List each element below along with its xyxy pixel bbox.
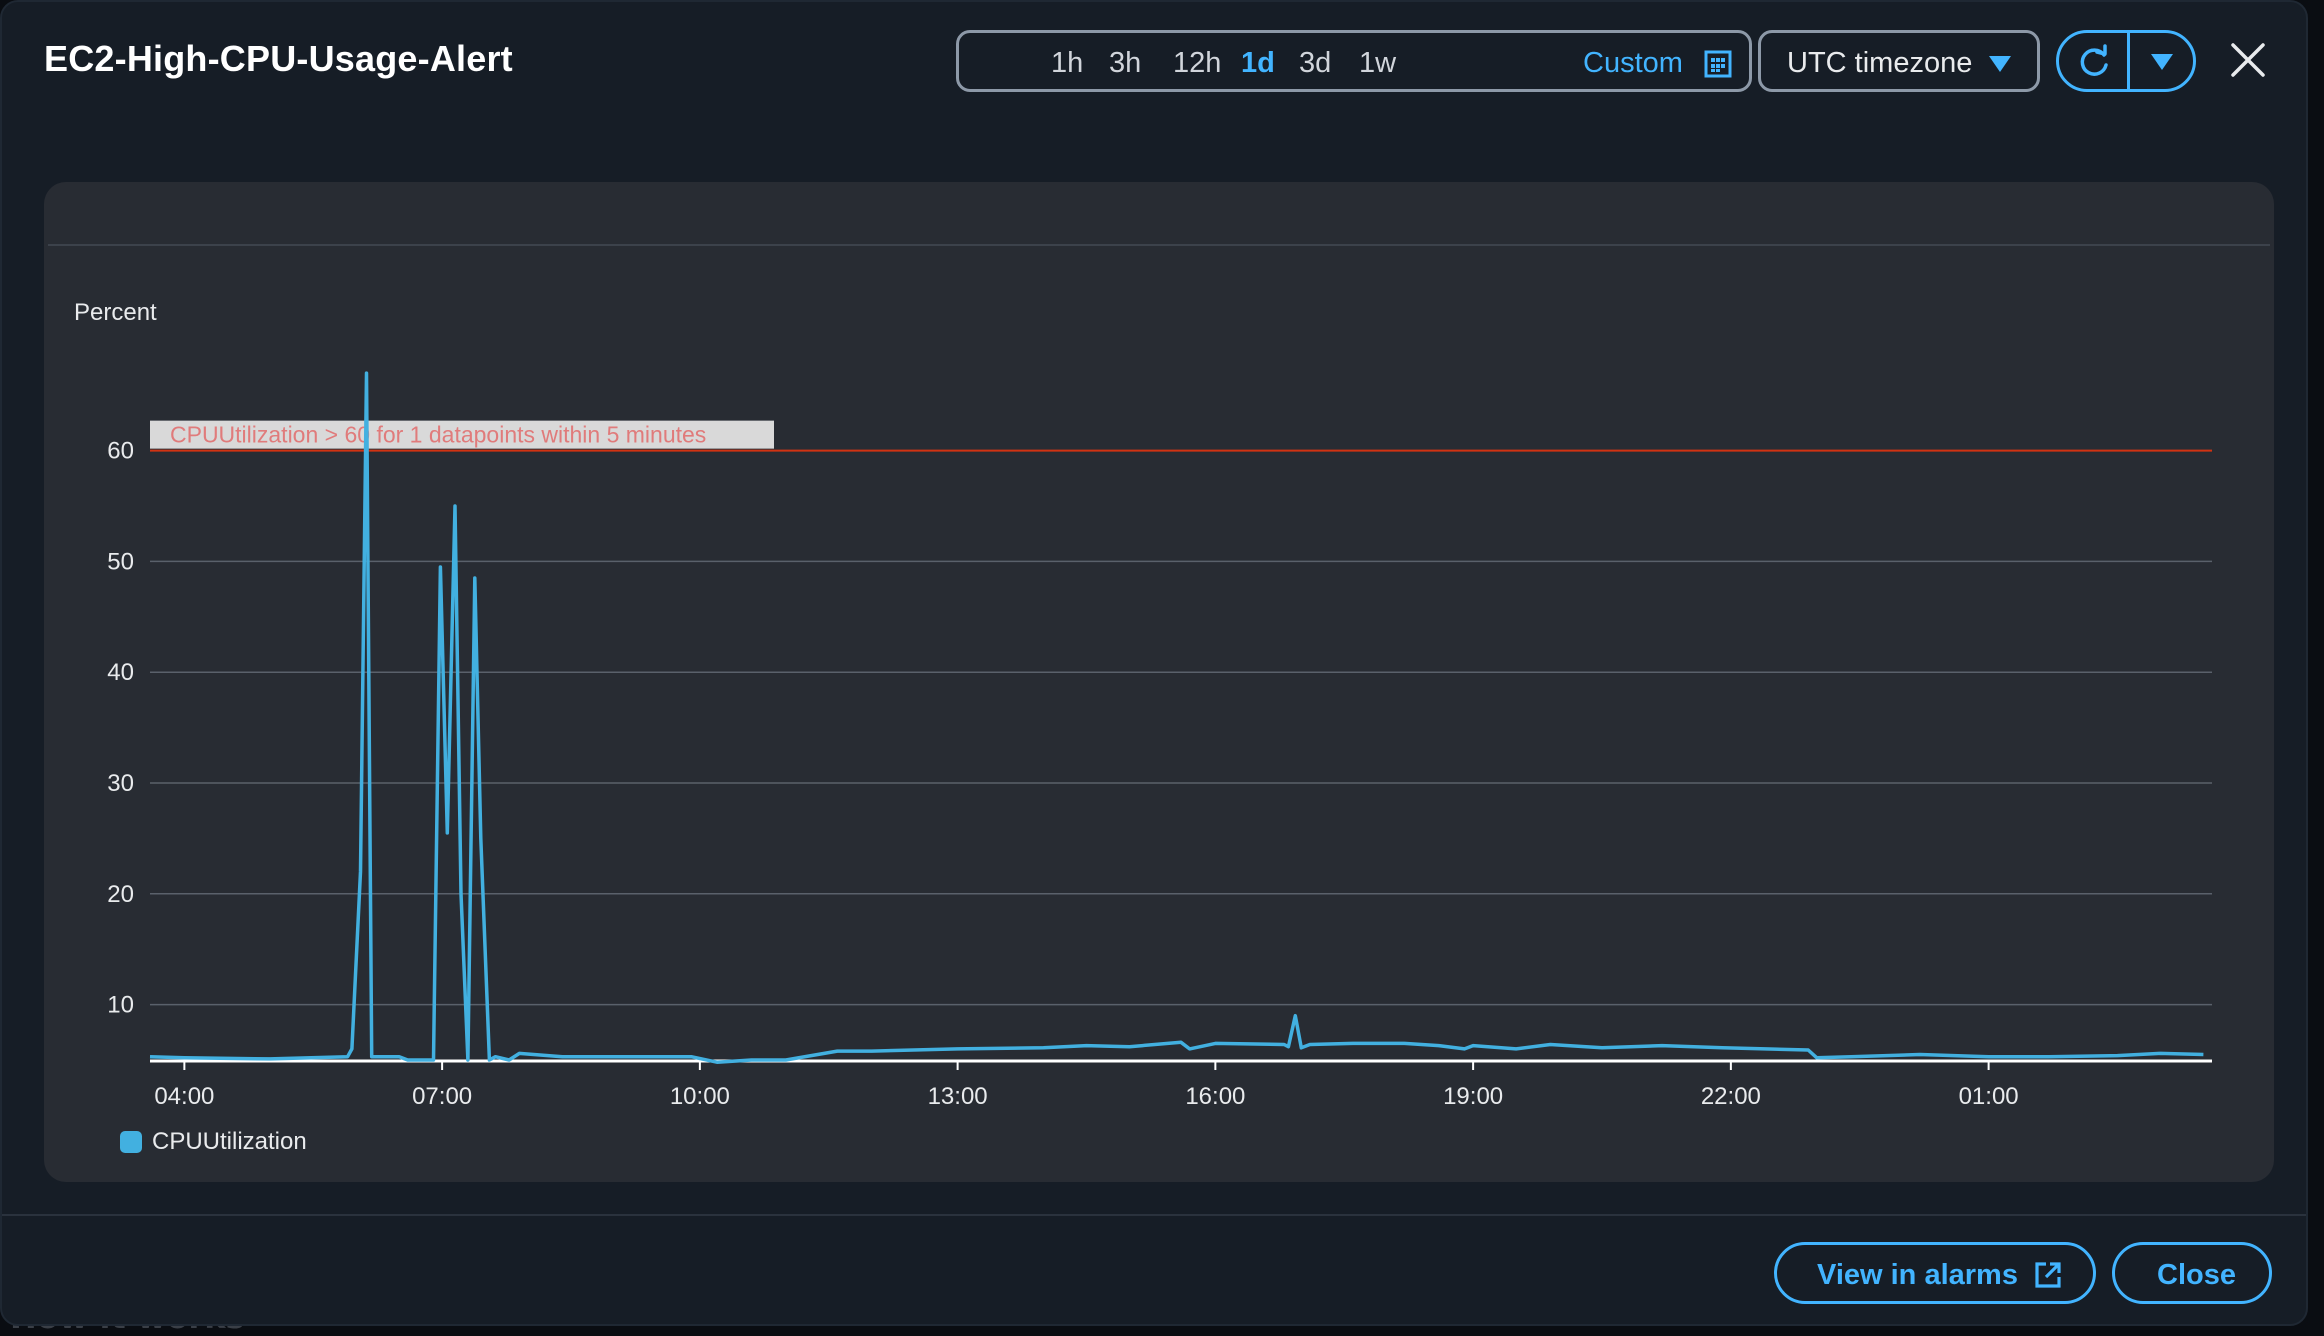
- x-tick-label-01:00: 01:00: [1959, 1083, 2019, 1110]
- time-range-selector: 1h 3h 12h 1d 3d 1w Custom: [956, 30, 1752, 92]
- x-tick-label-19:00: 19:00: [1443, 1083, 1503, 1110]
- range-3d-button[interactable]: 3d: [1299, 47, 1331, 80]
- timezone-label: UTC timezone: [1787, 47, 1973, 79]
- y-tick-label-60: 60: [107, 438, 134, 465]
- cpu-utilization-chart: Percent 10 20 30 40 50 60 CPUUtilization > 60 f…: [74, 299, 2212, 1110]
- y-tick-label-50: 50: [107, 548, 134, 575]
- legend-label: CPUUtilization: [152, 1128, 307, 1155]
- chart-legend: CPUUtilization: [120, 1128, 307, 1156]
- timezone-select[interactable]: UTC timezone: [1758, 30, 2040, 92]
- footer-divider: [2, 1214, 2306, 1216]
- view-in-alarms-label: View in alarms: [1817, 1259, 2018, 1291]
- x-tick-label-22:00: 22:00: [1701, 1083, 1761, 1110]
- x-tick-label-16:00: 16:00: [1185, 1083, 1245, 1110]
- modal-title: EC2-High-CPU-Usage-Alert: [44, 38, 513, 79]
- refresh-icon[interactable]: [2075, 43, 2113, 81]
- caret-down-icon: [1989, 56, 2011, 72]
- y-tick-label-40: 40: [107, 659, 134, 686]
- refresh-divider: [2127, 33, 2130, 89]
- threshold-label: CPUUtilization > 60 for 1 datapoints wit…: [170, 422, 706, 448]
- range-1d-button[interactable]: 1d: [1241, 47, 1275, 80]
- refresh-options-caret-icon[interactable]: [2149, 51, 2175, 73]
- close-button-label: Close: [2157, 1259, 2236, 1291]
- range-custom-button[interactable]: Custom: [1583, 47, 1683, 80]
- close-button[interactable]: Close: [2112, 1242, 2272, 1304]
- x-tick-label-13:00: 13:00: [928, 1083, 988, 1110]
- calendar-icon[interactable]: [1703, 49, 1733, 79]
- legend-swatch: [120, 1131, 142, 1153]
- external-link-icon: [2035, 1262, 2061, 1288]
- view-in-alarms-button[interactable]: View in alarms: [1774, 1242, 2096, 1304]
- range-3h-button[interactable]: 3h: [1109, 47, 1141, 80]
- close-icon[interactable]: [2230, 42, 2266, 78]
- x-tick-label-04:00: 04:00: [154, 1083, 214, 1110]
- refresh-control: [2056, 30, 2196, 92]
- alarm-modal: EC2-High-CPU-Usage-Alert 1h 3h 12h 1d 3d…: [0, 0, 2308, 1326]
- y-tick-label-20: 20: [107, 881, 134, 908]
- y-axis-label: Percent: [74, 299, 157, 326]
- range-1h-button[interactable]: 1h: [1051, 47, 1083, 80]
- range-12h-button[interactable]: 12h: [1173, 47, 1221, 80]
- range-1w-button[interactable]: 1w: [1359, 47, 1396, 80]
- x-tick-label-07:00: 07:00: [412, 1083, 472, 1110]
- series-line-cpuutilization: [149, 371, 2204, 1064]
- y-tick-label-30: 30: [107, 770, 134, 797]
- chart-panel: Percent 10 20 30 40 50 60 CPUUtilization > 60 f…: [44, 182, 2274, 1182]
- y-tick-label-10: 10: [107, 992, 134, 1019]
- x-tick-label-10:00: 10:00: [670, 1083, 730, 1110]
